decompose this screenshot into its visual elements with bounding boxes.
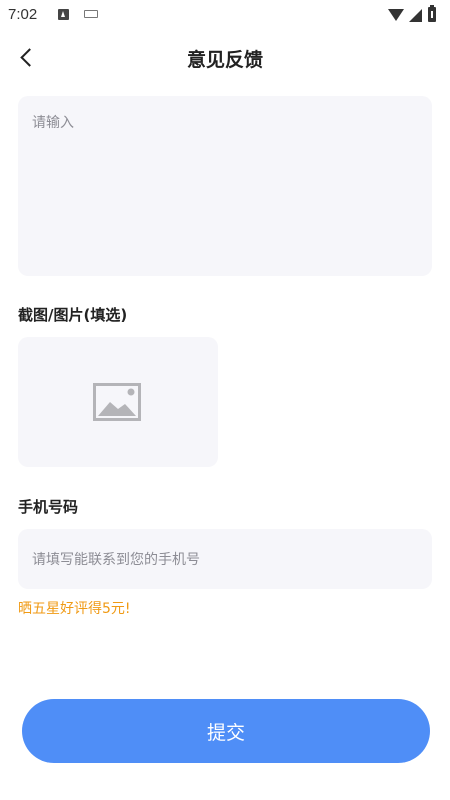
image-upload-button[interactable]	[18, 337, 218, 467]
screenshot-label: 截图/图片(填选)	[18, 306, 128, 324]
wifi-icon	[388, 9, 404, 21]
keyboard-icon	[84, 10, 98, 18]
nav-bar: 意见反馈	[0, 36, 450, 80]
phone-label: 手机号码	[18, 498, 79, 516]
status-bar: 7:02	[0, 0, 450, 32]
phone-placeholder: 请填写能联系到您的手机号	[32, 552, 200, 568]
battery-icon	[428, 5, 436, 22]
signal-icon	[409, 9, 422, 22]
image-placeholder-icon	[93, 383, 141, 421]
submit-button[interactable]: 提交	[22, 699, 430, 763]
status-time: 7:02	[8, 6, 38, 23]
page-title: 意见反馈	[186, 49, 263, 71]
feedback-placeholder: 请输入	[32, 115, 74, 131]
phone-input[interactable]: 请填写能联系到您的手机号	[18, 529, 432, 589]
status-icons	[388, 5, 442, 23]
promo-text[interactable]: 晒五星好评得5元!	[18, 598, 131, 618]
notification-icon	[58, 9, 69, 20]
feedback-input[interactable]: 请输入	[18, 96, 432, 276]
